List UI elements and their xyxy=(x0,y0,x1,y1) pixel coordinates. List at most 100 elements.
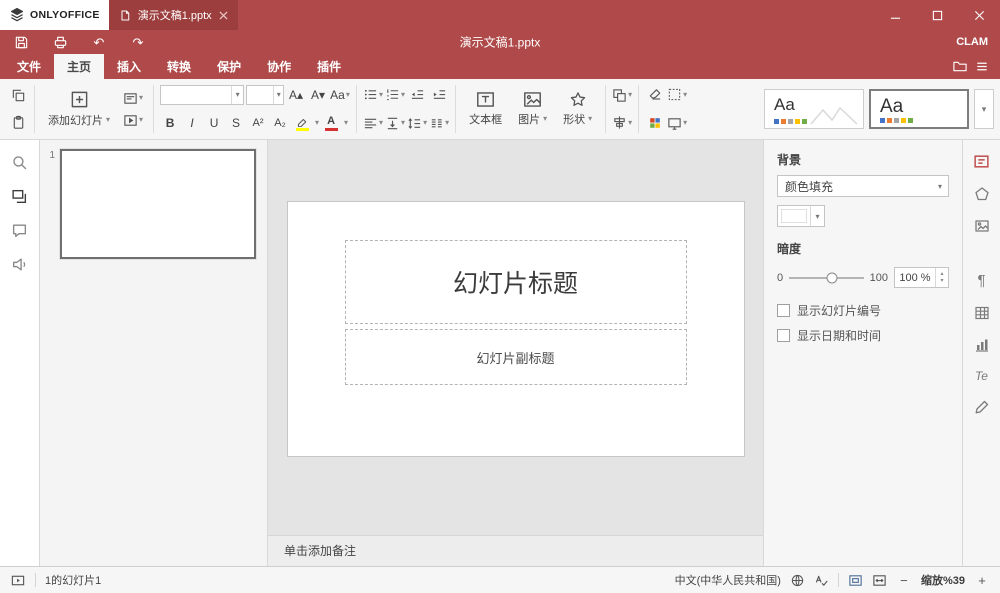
set-language-button[interactable] xyxy=(790,573,805,588)
spinner-down-icon[interactable]: ▾ xyxy=(940,278,943,285)
tab-protection[interactable]: 保护 xyxy=(204,54,254,79)
slide-canvas[interactable]: 幻灯片标题 幻灯片副标题 xyxy=(268,140,763,535)
paragraph-settings-button[interactable]: ¶ xyxy=(977,272,985,289)
signature-settings-button[interactable] xyxy=(974,399,990,415)
insert-image-button[interactable]: 图片▾ xyxy=(511,89,554,129)
opacity-spinner[interactable]: 100 % ▴ ▾ xyxy=(894,267,949,288)
redo-button[interactable]: ↷ xyxy=(129,33,147,51)
spellcheck-button[interactable] xyxy=(814,573,829,588)
slider-knob[interactable] xyxy=(827,272,838,283)
increase-font-size-button[interactable]: A▴ xyxy=(286,85,306,105)
zoom-out-button[interactable]: − xyxy=(896,573,912,588)
theme-gallery-expand-button[interactable]: ▾ xyxy=(974,89,994,129)
notes-area[interactable]: 单击添加备注 xyxy=(268,535,763,566)
change-layout-button[interactable]: ▾ xyxy=(123,87,143,109)
textart-settings-button[interactable]: Te xyxy=(975,369,988,383)
highlight-color-button[interactable] xyxy=(292,112,312,134)
show-datetime-row[interactable]: 显示日期和时间 xyxy=(777,327,949,344)
start-slideshow-button[interactable] xyxy=(10,573,26,588)
slide[interactable]: 幻灯片标题 幻灯片副标题 xyxy=(288,202,744,456)
document-header: ↶ ↷ 演示文稿1.pptx CLAM xyxy=(0,30,1000,54)
save-button[interactable] xyxy=(12,33,30,51)
font-size-input[interactable] xyxy=(247,89,273,101)
color-scheme-button[interactable] xyxy=(645,112,665,134)
font-color-button[interactable]: A xyxy=(321,112,341,134)
decrease-indent-button[interactable] xyxy=(407,84,427,106)
open-file-location-button[interactable] xyxy=(952,59,968,74)
comments-button[interactable] xyxy=(11,222,28,239)
italic-button[interactable]: I xyxy=(182,113,202,133)
increase-indent-button[interactable] xyxy=(429,84,449,106)
superscript-button[interactable]: A² xyxy=(248,113,268,133)
tab-close-icon[interactable] xyxy=(219,11,228,20)
tab-plugins[interactable]: 插件 xyxy=(304,54,354,79)
underline-button[interactable]: U xyxy=(204,113,224,133)
numbering-button[interactable]: ▾ xyxy=(385,84,405,106)
slide-size-icon xyxy=(667,116,682,131)
vertical-align-button[interactable]: ▾ xyxy=(385,112,405,134)
horizontal-align-button[interactable]: ▾ xyxy=(363,112,383,134)
chart-settings-button[interactable] xyxy=(974,337,990,353)
undo-button[interactable]: ↶ xyxy=(90,33,108,51)
user-name[interactable]: CLAM xyxy=(956,36,988,48)
search-button[interactable] xyxy=(11,154,28,171)
bold-button[interactable]: B xyxy=(160,113,180,133)
font-name-combo[interactable]: ▾ xyxy=(160,85,244,105)
close-button[interactable] xyxy=(958,0,1000,30)
fill-type-select[interactable]: 颜色填充 ▾ xyxy=(777,175,949,197)
image-settings-button[interactable] xyxy=(974,218,990,234)
line-spacing-button[interactable]: ▾ xyxy=(407,112,427,134)
copy-button[interactable] xyxy=(8,84,28,106)
feedback-button[interactable] xyxy=(11,256,28,273)
title-placeholder[interactable]: 幻灯片标题 xyxy=(345,240,687,324)
add-slide-button[interactable]: 添加幻灯片▾ xyxy=(41,88,117,130)
slides-panel-button[interactable] xyxy=(11,188,28,205)
strikethrough-button[interactable]: S xyxy=(226,113,246,133)
select-all-button[interactable]: ▾ xyxy=(667,84,687,106)
insert-textbox-button[interactable]: 文本框 xyxy=(462,89,509,129)
font-name-input[interactable] xyxy=(161,89,231,101)
minimize-button[interactable] xyxy=(874,0,916,30)
clear-style-button[interactable] xyxy=(645,84,665,106)
table-settings-button[interactable] xyxy=(974,305,990,321)
change-case-button[interactable]: Aa▾ xyxy=(330,85,350,105)
spinner-arrows[interactable]: ▴ ▾ xyxy=(935,268,948,287)
fit-width-button[interactable] xyxy=(872,573,887,588)
preview-slideshow-button[interactable]: ▾ xyxy=(123,109,143,131)
tab-file[interactable]: 文件 xyxy=(4,54,54,79)
print-button[interactable] xyxy=(51,33,69,51)
decrease-font-size-button[interactable]: A▾ xyxy=(308,85,328,105)
maximize-button[interactable] xyxy=(916,0,958,30)
slide-thumbnail[interactable] xyxy=(60,149,256,259)
insert-shape-button[interactable]: 形状▾ xyxy=(556,89,599,129)
fit-slide-button[interactable] xyxy=(848,573,863,588)
paste-button[interactable] xyxy=(8,112,28,134)
slide-settings-button[interactable] xyxy=(973,153,990,170)
bullets-button[interactable]: ▾ xyxy=(363,84,383,106)
view-settings-button[interactable] xyxy=(974,59,990,74)
slide-size-button[interactable]: ▾ xyxy=(667,112,687,134)
subscript-button[interactable]: A₂ xyxy=(270,113,290,133)
subtitle-placeholder[interactable]: 幻灯片副标题 xyxy=(345,329,687,385)
opacity-slider[interactable] xyxy=(789,277,864,279)
tab-insert[interactable]: 插入 xyxy=(104,54,154,79)
show-slide-number-row[interactable]: 显示幻灯片编号 xyxy=(777,302,949,319)
insert-columns-button[interactable]: ▾ xyxy=(429,112,449,134)
tab-home[interactable]: 主页 xyxy=(54,54,104,79)
show-slide-number-checkbox[interactable] xyxy=(777,304,790,317)
zoom-in-button[interactable]: + xyxy=(974,573,990,588)
language-button[interactable]: 中文(中华人民共和国) xyxy=(675,572,781,588)
document-tab[interactable]: 演示文稿1.pptx xyxy=(109,0,238,30)
shape-settings-button[interactable] xyxy=(974,186,990,202)
spinner-up-icon[interactable]: ▴ xyxy=(940,271,943,278)
show-datetime-checkbox[interactable] xyxy=(777,329,790,342)
arrange-shape-button[interactable]: ▾ xyxy=(612,84,632,106)
align-shape-button[interactable]: ▾ xyxy=(612,112,632,134)
font-size-combo[interactable]: ▾ xyxy=(246,85,284,105)
tab-transitions[interactable]: 转换 xyxy=(154,54,204,79)
background-color-picker[interactable]: ▾ xyxy=(777,205,825,227)
theme-option-1[interactable]: Aa xyxy=(764,89,864,129)
tab-collaboration[interactable]: 协作 xyxy=(254,54,304,79)
theme-option-2-selected[interactable]: Aa xyxy=(869,89,969,129)
font-color-letter: A xyxy=(327,116,335,127)
